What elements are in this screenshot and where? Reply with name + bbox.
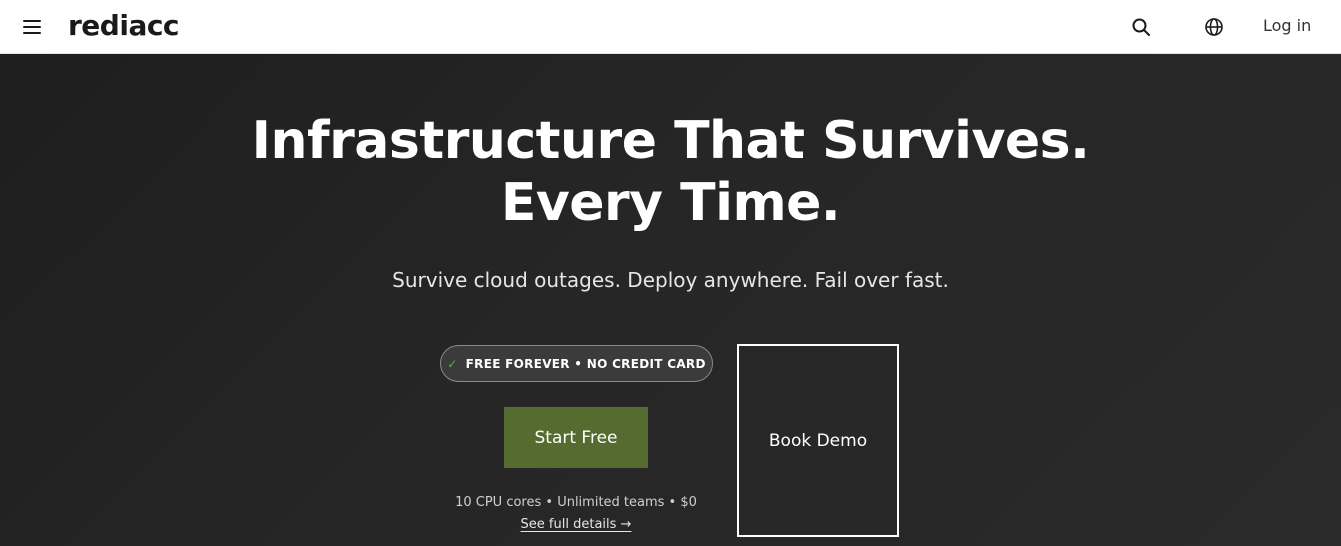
hero-title: Infrastructure That Survives. Every Time… [0, 110, 1341, 234]
hero-subtitle: Survive cloud outages. Deploy anywhere. … [392, 268, 949, 292]
top-navigation-bar: rediacc Log in [0, 0, 1341, 54]
see-full-details-link[interactable]: See full details → [521, 517, 632, 532]
start-free-button[interactable]: Start Free [504, 407, 648, 468]
globe-icon[interactable] [1199, 12, 1229, 42]
search-icon[interactable] [1126, 12, 1156, 42]
plan-summary: 10 CPU cores • Unlimited teams • $0 [455, 495, 697, 510]
check-icon: ✓ [447, 356, 458, 371]
hero-title-line1: Infrastructure That Survives. [251, 111, 1090, 171]
badge-text: FREE FOREVER • NO CREDIT CARD [465, 356, 706, 371]
free-forever-badge: ✓ FREE FOREVER • NO CREDIT CARD [440, 345, 713, 382]
login-link[interactable]: Log in [1263, 14, 1311, 38]
brand-logo[interactable]: rediacc [68, 8, 180, 44]
hamburger-menu-icon[interactable] [14, 9, 50, 45]
hero-title-line2: Every Time. [500, 173, 841, 233]
book-demo-button[interactable]: Book Demo [737, 344, 899, 537]
details-container: See full details → [430, 516, 722, 534]
hero-section: Infrastructure That Survives. Every Time… [0, 54, 1341, 546]
